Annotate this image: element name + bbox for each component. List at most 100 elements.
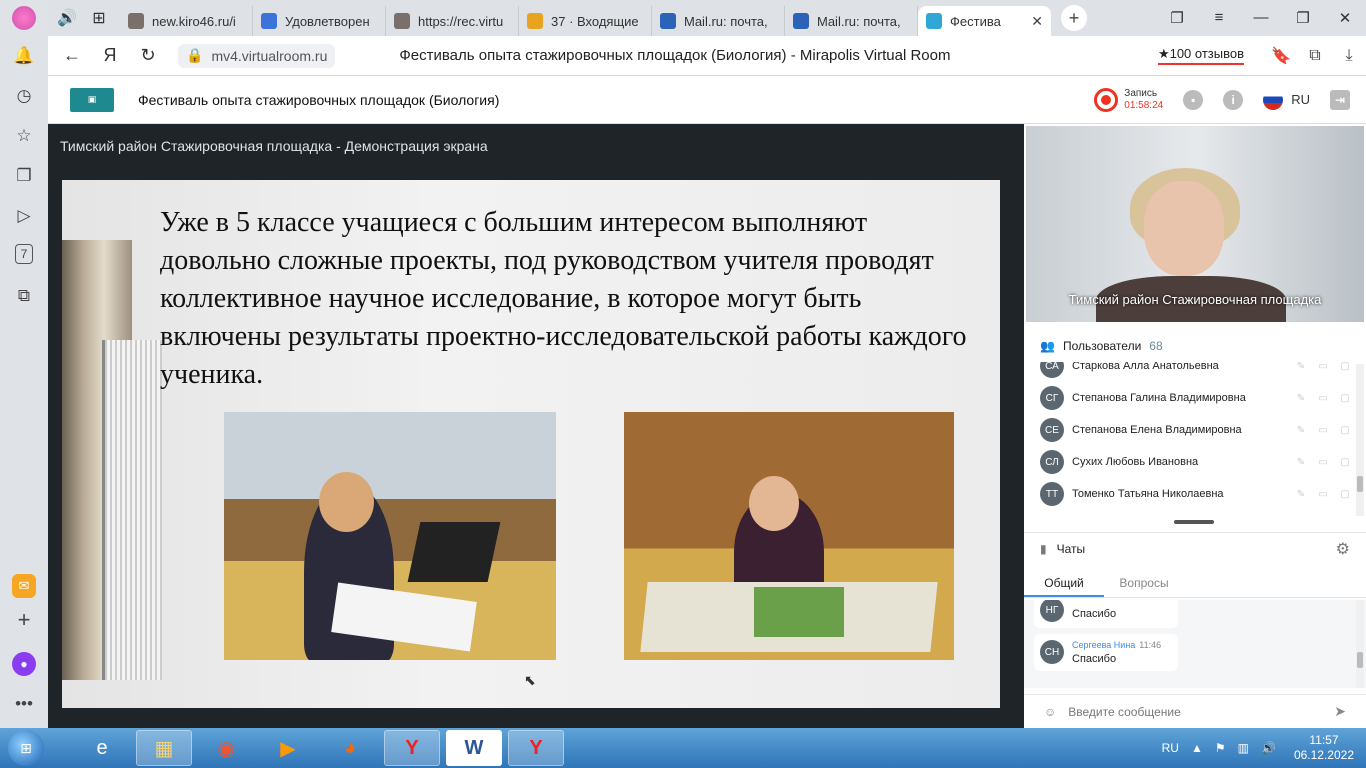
camera-icon[interactable]: ▭ — [1312, 489, 1334, 500]
url-field[interactable]: 🔒 mv4.virtualroom.ru — [178, 43, 336, 68]
list-item[interactable]: СА Старкова Алла Анатольевна ✎ ▭ ▢ — [1024, 362, 1356, 382]
chrome-icon[interactable]: ◉ — [198, 730, 254, 766]
tab-close-icon[interactable]: ✕ — [1031, 13, 1043, 30]
tab-bar: 🔊 ⊞ new.kiro46.ru/i Удовлетворен https://r… — [48, 0, 1366, 36]
new-tab-button[interactable]: + — [1061, 5, 1087, 31]
browser-tab[interactable]: Фестива ✕ — [918, 6, 1051, 36]
favicon-icon — [261, 13, 277, 29]
restore-icon[interactable]: ❐ — [1282, 9, 1324, 27]
flag-icon[interactable]: ⚑ — [1215, 741, 1226, 755]
message-text: Спасибо — [1072, 608, 1117, 620]
new-window-icon[interactable]: ⊞ — [86, 5, 112, 31]
network-icon[interactable]: ▥ — [1238, 741, 1249, 755]
collections-icon[interactable]: ❐ — [12, 164, 36, 188]
calendar-icon[interactable]: 7 — [15, 244, 33, 264]
firefox-icon[interactable]: ◕ — [322, 730, 378, 766]
mic-off-icon[interactable]: ✎ — [1290, 457, 1312, 468]
browser-tab[interactable]: new.kiro46.ru/i — [120, 6, 253, 36]
browser-tab[interactable]: https://rec.virtu — [386, 6, 519, 36]
browser-tab[interactable]: Mail.ru: почта, — [652, 6, 785, 36]
tab-label: Mail.ru: почта, — [817, 13, 901, 29]
bell-icon[interactable]: 🔔 — [12, 44, 36, 68]
history-icon[interactable]: ◷ — [12, 84, 36, 108]
volume-icon[interactable]: 🔊 — [1261, 741, 1276, 755]
screenshot-icon[interactable]: ⧉ — [12, 284, 36, 308]
mic-off-icon[interactable]: ✎ — [1290, 489, 1312, 500]
star-icon[interactable]: ☆ — [12, 124, 36, 148]
menu-icon[interactable]: ≡ — [1198, 9, 1240, 27]
list-item[interactable]: ТТ Томенко Татьяна Николаевна ✎ ▭ ▢ — [1024, 478, 1356, 510]
close-icon[interactable]: ✕ — [1324, 9, 1366, 27]
tab-general[interactable]: Общий — [1024, 570, 1104, 597]
play-icon[interactable]: ▷ — [12, 204, 36, 228]
browser-tab[interactable]: 37 · Входящие — [519, 6, 652, 36]
mail-app-icon[interactable]: ✉ — [12, 574, 36, 598]
emoji-icon[interactable]: ☺ — [1044, 705, 1056, 719]
yandex-browser-icon-2[interactable]: Y — [508, 730, 564, 766]
camera-icon[interactable]: ▭ — [1312, 362, 1334, 372]
recording-indicator: Запись 01:58:24 ▪ i RU ⇥ — [1094, 87, 1366, 112]
camera-icon[interactable]: ▭ — [1312, 425, 1334, 436]
avatar: СН — [1040, 640, 1064, 664]
back-icon[interactable]: ← — [58, 45, 86, 66]
avatar: НГ — [1040, 600, 1064, 622]
screen-icon[interactable]: ▢ — [1334, 393, 1356, 404]
screen-icon[interactable]: ▢ — [1334, 457, 1356, 468]
mic-off-icon[interactable]: ✎ — [1290, 393, 1312, 404]
screen-icon[interactable]: ▢ — [1334, 489, 1356, 500]
add-icon[interactable]: + — [12, 607, 36, 632]
mic-off-icon[interactable]: ✎ — [1290, 362, 1312, 372]
camera-icon[interactable]: ▭ — [1312, 457, 1334, 468]
ie-icon[interactable]: e — [74, 730, 130, 766]
screen-icon[interactable]: ▢ — [1334, 425, 1356, 436]
explorer-icon[interactable]: ▦ — [136, 730, 192, 766]
gear-icon[interactable]: ⚙ — [1336, 539, 1350, 559]
language-selector[interactable]: RU — [1291, 92, 1310, 107]
list-item[interactable]: СГ Степанова Галина Владимировна ✎ ▭ ▢ — [1024, 382, 1356, 414]
avatar: СА — [1040, 362, 1064, 378]
start-button[interactable]: ⊞ — [8, 730, 44, 766]
event-title: Фестиваль опыта стажировочных площадок (… — [138, 91, 500, 108]
more-icon[interactable]: ••• — [12, 692, 36, 716]
reviews-link[interactable]: ★100 отзывов — [1157, 46, 1244, 65]
address-bar: ← Я ↻ 🔒 mv4.virtualroom.ru Фестиваль опыт… — [48, 36, 1366, 76]
screen-icon[interactable]: ▢ — [1334, 362, 1356, 372]
browser-tab[interactable]: Mail.ru: почта, — [785, 6, 918, 36]
media-player-icon[interactable]: ▶ — [260, 730, 316, 766]
list-item[interactable]: СЛ Сухих Любовь Ивановна ✎ ▭ ▢ — [1024, 446, 1356, 478]
exit-icon[interactable]: ⇥ — [1330, 89, 1350, 110]
sound-icon[interactable]: 🔊 — [54, 5, 80, 31]
reload-icon[interactable]: ↻ — [134, 45, 162, 66]
browser-tab[interactable]: Удовлетворен — [253, 6, 386, 36]
extensions-icon[interactable]: ⧉ — [1298, 47, 1332, 65]
tray-arrow-icon[interactable]: ▲ — [1191, 741, 1203, 755]
message-input[interactable]: ☺ Введите сообщение ➤ — [1024, 694, 1366, 728]
alice-icon[interactable]: ● — [12, 652, 36, 676]
tabs-menu-icon[interactable]: ❐ — [1156, 9, 1198, 27]
list-item[interactable]: СЕ Степанова Елена Владимировна ✎ ▭ ▢ — [1024, 414, 1356, 446]
input-language[interactable]: RU — [1162, 741, 1179, 755]
send-icon[interactable]: ➤ — [1334, 703, 1346, 720]
minimize-icon[interactable]: — — [1240, 9, 1282, 27]
download-icon[interactable]: ⤓ — [1332, 47, 1366, 65]
profile-avatar-icon[interactable] — [12, 6, 36, 30]
users-header: 👥 Пользователи 68 — [1024, 330, 1366, 362]
message-placeholder: Введите сообщение — [1068, 704, 1181, 719]
mic-off-icon[interactable]: ✎ — [1290, 425, 1312, 436]
clock[interactable]: 11:57 06.12.2022 — [1294, 733, 1354, 763]
yandex-icon[interactable]: Я — [96, 45, 124, 66]
russia-flag-icon[interactable] — [1263, 89, 1284, 110]
favicon-icon — [660, 13, 676, 29]
word-icon[interactable]: W — [446, 730, 502, 766]
record-icon[interactable] — [1094, 87, 1119, 112]
bookmark-icon[interactable]: 🔖 — [1264, 46, 1298, 66]
folder-icon[interactable]: ▪ — [1183, 89, 1204, 110]
yandex-browser-icon[interactable]: Y — [384, 730, 440, 766]
info-icon[interactable]: i — [1223, 89, 1244, 110]
resize-handle[interactable] — [1174, 520, 1214, 524]
tab-questions[interactable]: Вопросы — [1104, 570, 1184, 597]
camera-icon[interactable]: ▭ — [1312, 393, 1334, 404]
chat-scrollbar[interactable] — [1356, 600, 1364, 688]
browser-sidebar: 🔔 ◷ ☆ ❐ ▷ 7 ⧉ ✉ + ● ••• — [0, 0, 48, 728]
users-scrollbar[interactable] — [1356, 364, 1364, 516]
